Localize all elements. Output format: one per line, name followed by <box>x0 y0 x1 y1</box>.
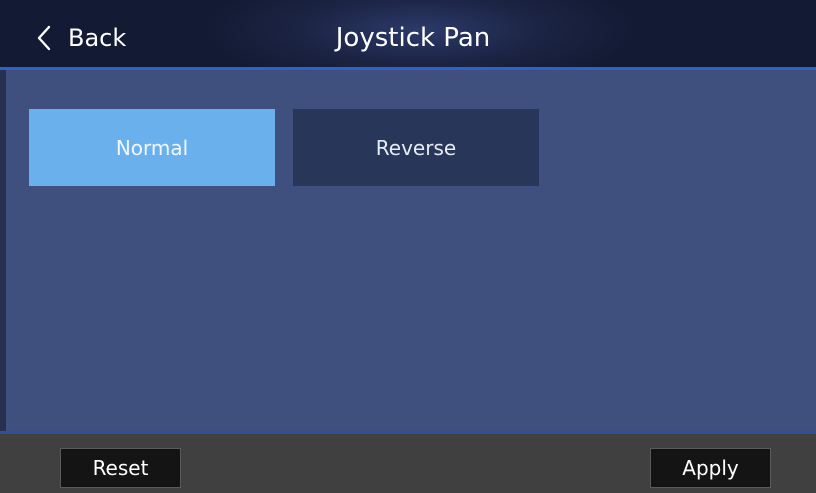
reset-button[interactable]: Reset <box>60 448 181 488</box>
page-title: Joystick Pan <box>335 23 491 53</box>
header-bar: Back Joystick Pan <box>0 0 816 70</box>
left-edge-divider <box>0 70 6 432</box>
normal-option-button[interactable]: Normal <box>29 109 275 186</box>
apply-button[interactable]: Apply <box>650 448 771 488</box>
footer-bar: Reset Apply <box>0 431 816 493</box>
joystick-pan-screen: Back Joystick Pan Normal Reverse Reset A… <box>0 0 816 493</box>
reverse-option-button[interactable]: Reverse <box>293 109 539 186</box>
